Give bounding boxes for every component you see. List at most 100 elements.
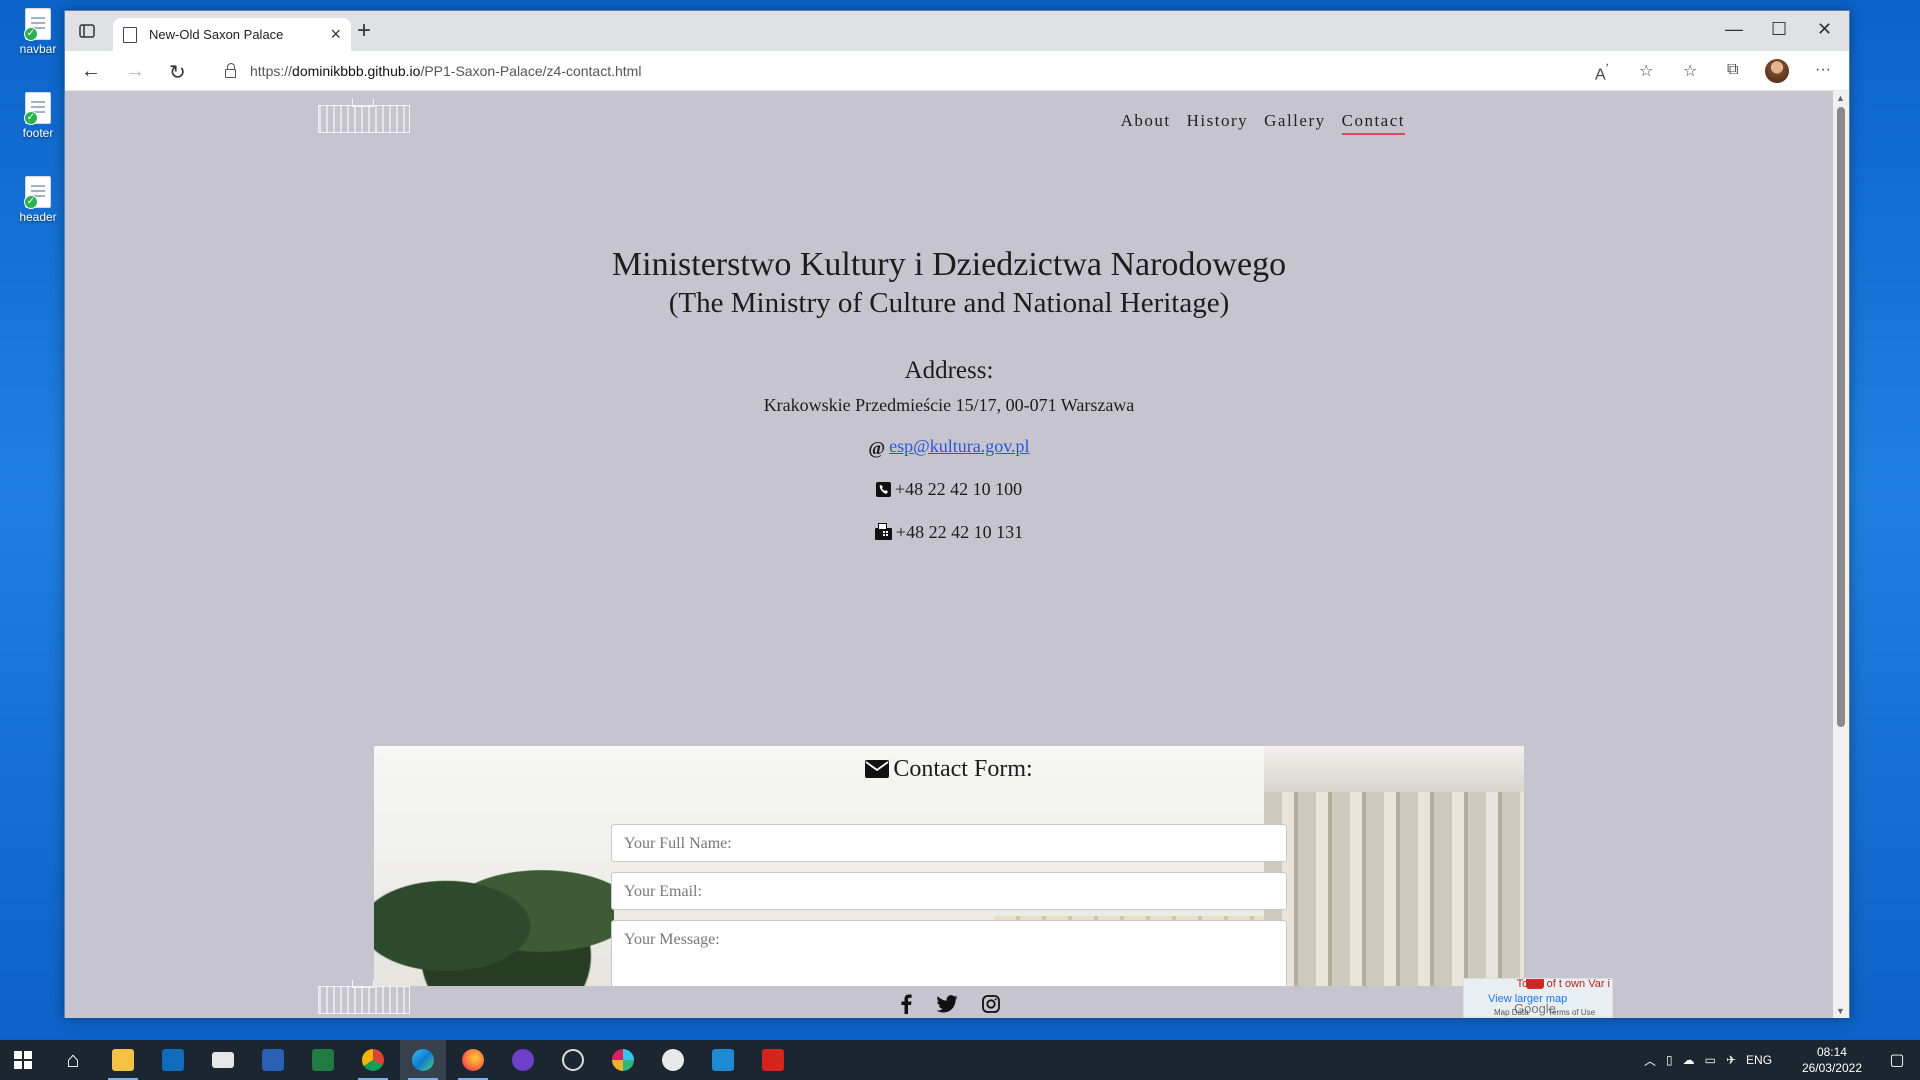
terms-of-use-link[interactable]: Terms of Use (1548, 1008, 1595, 1017)
notifications-button[interactable]: ▢ (1874, 1040, 1920, 1080)
map-embed[interactable]: Tomb of t own Var i View larger map Goog… (1463, 978, 1613, 1018)
chrome-icon (362, 1049, 384, 1071)
read-aloud-icon[interactable]: Aʼ (1595, 61, 1609, 84)
firefox-icon (462, 1049, 484, 1071)
notification-icon: ▢ (1889, 1052, 1905, 1069)
word-icon (262, 1049, 284, 1071)
background-trees (374, 836, 614, 986)
desktop-icon-label: footer (22, 126, 54, 140)
minimize-button[interactable]: — (1725, 19, 1743, 40)
home-icon: ⌂ (66, 1047, 80, 1072)
browser-tab[interactable]: New-Old Saxon Palace × (113, 18, 351, 51)
chevron-up-icon[interactable]: ︿ (1644, 1052, 1656, 1069)
taskbar-outlook[interactable] (150, 1040, 196, 1080)
back-button[interactable]: ← (81, 60, 101, 83)
taskbar-excel[interactable] (300, 1040, 346, 1080)
browser-window: New-Old Saxon Palace × + — ☐ ✕ ← → ↻ htt… (64, 10, 1850, 1018)
profile-avatar[interactable] (1765, 59, 1789, 83)
desktop-icon-header[interactable]: ✓ header (14, 176, 62, 224)
file-icon: ✓ (24, 176, 51, 209)
taskbar-file-explorer[interactable] (100, 1040, 146, 1080)
taskbar-home[interactable]: ⌂ (50, 1040, 96, 1080)
taskbar-slack[interactable] (600, 1040, 646, 1080)
excel-icon (312, 1049, 334, 1071)
check-icon: ✓ (24, 111, 38, 125)
speedometer-icon (562, 1049, 584, 1071)
full-name-input[interactable]: Your Full Name: (611, 824, 1287, 862)
favorites-icon[interactable]: ☆ (1683, 61, 1697, 81)
email-line: @ esp@kultura.gov.pl (65, 436, 1833, 459)
desktop-icon-footer[interactable]: ✓ footer (14, 92, 62, 140)
smiley-icon (662, 1049, 684, 1071)
email-link[interactable]: esp@kultura.gov.pl (889, 436, 1029, 456)
outlook-icon (162, 1049, 184, 1071)
mail-icon (212, 1052, 234, 1068)
start-button[interactable] (0, 1040, 46, 1080)
message-textarea[interactable]: Your Message: (611, 920, 1287, 986)
email-input[interactable]: Your Email: (611, 872, 1287, 910)
devices-icon[interactable]: ▯ (1666, 1053, 1673, 1067)
scroll-down-icon[interactable]: ▼ (1836, 1006, 1845, 1016)
phone-line: +48 22 42 10 100 (65, 479, 1833, 500)
github-icon (512, 1049, 534, 1071)
site-logo[interactable] (312, 97, 416, 137)
nav-gallery[interactable]: Gallery (1264, 111, 1325, 135)
taskbar-vscode[interactable] (700, 1040, 746, 1080)
desktop-icon-label: header (19, 210, 57, 224)
forward-button[interactable]: → (125, 60, 145, 83)
maximize-button[interactable]: ☐ (1771, 19, 1787, 40)
taskbar-chrome[interactable] (350, 1040, 396, 1080)
taskbar-firefox[interactable] (450, 1040, 496, 1080)
scroll-up-icon[interactable]: ▲ (1836, 93, 1845, 103)
lock-icon (225, 63, 236, 78)
contact-form-title-text: Contact Form: (893, 756, 1033, 782)
folder-icon (112, 1049, 134, 1071)
at-icon: @ (868, 438, 886, 458)
phone-icon (875, 482, 891, 497)
facebook-icon[interactable] (900, 994, 912, 1014)
nav-about[interactable]: About (1121, 111, 1171, 135)
nav-history[interactable]: History (1187, 111, 1249, 135)
page-title: Ministerstwo Kultury i Dziedzictwa Narod… (611, 246, 1287, 283)
taskbar-speedometer[interactable] (550, 1040, 596, 1080)
taskbar-mail[interactable] (200, 1040, 246, 1080)
battery-icon[interactable]: ▭ (1705, 1053, 1716, 1067)
tab-title: New-Old Saxon Palace (149, 27, 284, 42)
page-scrollbar[interactable]: ▲ ▼ (1833, 91, 1849, 1018)
page-viewport: About History Gallery Contact Ministerst… (65, 91, 1849, 1018)
address-bar[interactable]: https://dominikbbb.github.io/PP1-Saxon-P… (215, 55, 1715, 87)
taskbar-clock[interactable]: 08:14 26/03/2022 (1802, 1044, 1862, 1076)
taskbar-acrobat[interactable] (750, 1040, 796, 1080)
scrollbar-thumb[interactable] (1837, 107, 1845, 727)
cloud-icon[interactable]: ☁ (1683, 1053, 1695, 1067)
file-icon: ✓ (24, 8, 51, 41)
url-host: dominikbbb.github.io (292, 63, 421, 79)
taskbar-word[interactable] (250, 1040, 296, 1080)
more-menu-icon[interactable]: ··· (1815, 61, 1831, 79)
favorite-add-icon[interactable]: ☆ (1639, 61, 1653, 81)
tab-strip: New-Old Saxon Palace × + — ☐ ✕ (65, 11, 1849, 51)
page-subtitle: (The Ministry of Culture and National He… (668, 287, 1230, 319)
contact-form-section: Contact Form: Your Full Name: Your Email… (374, 746, 1524, 986)
language-indicator[interactable]: ENG (1746, 1053, 1772, 1067)
close-tab-icon[interactable]: × (330, 24, 341, 45)
close-window-button[interactable]: ✕ (1817, 19, 1832, 40)
address-text: Krakowskie Przedmieście 15/17, 00-071 Wa… (763, 395, 1135, 415)
new-tab-button[interactable]: + (357, 17, 371, 45)
url-path: /PP1-Saxon-Palace/z4-contact.html (420, 63, 642, 79)
airplane-icon[interactable]: ✈ (1726, 1053, 1736, 1067)
taskbar-github[interactable] (500, 1040, 546, 1080)
acrobat-icon (762, 1049, 784, 1071)
collections-icon[interactable]: ⧉ (1727, 61, 1738, 79)
taskbar-edge[interactable] (400, 1040, 446, 1080)
instagram-icon[interactable] (982, 995, 1000, 1013)
tab-actions-icon[interactable] (77, 21, 97, 41)
twitter-icon[interactable] (936, 995, 958, 1013)
reload-button[interactable]: ↻ (169, 60, 186, 85)
nav-contact[interactable]: Contact (1341, 111, 1405, 135)
desktop-icon-navbar[interactable]: ✓ navbar (14, 8, 62, 56)
file-icon: ✓ (24, 92, 51, 125)
fax-number: +48 22 42 10 131 (895, 522, 1024, 542)
footer-logo[interactable] (312, 978, 416, 1018)
taskbar-emoji-app[interactable] (650, 1040, 696, 1080)
